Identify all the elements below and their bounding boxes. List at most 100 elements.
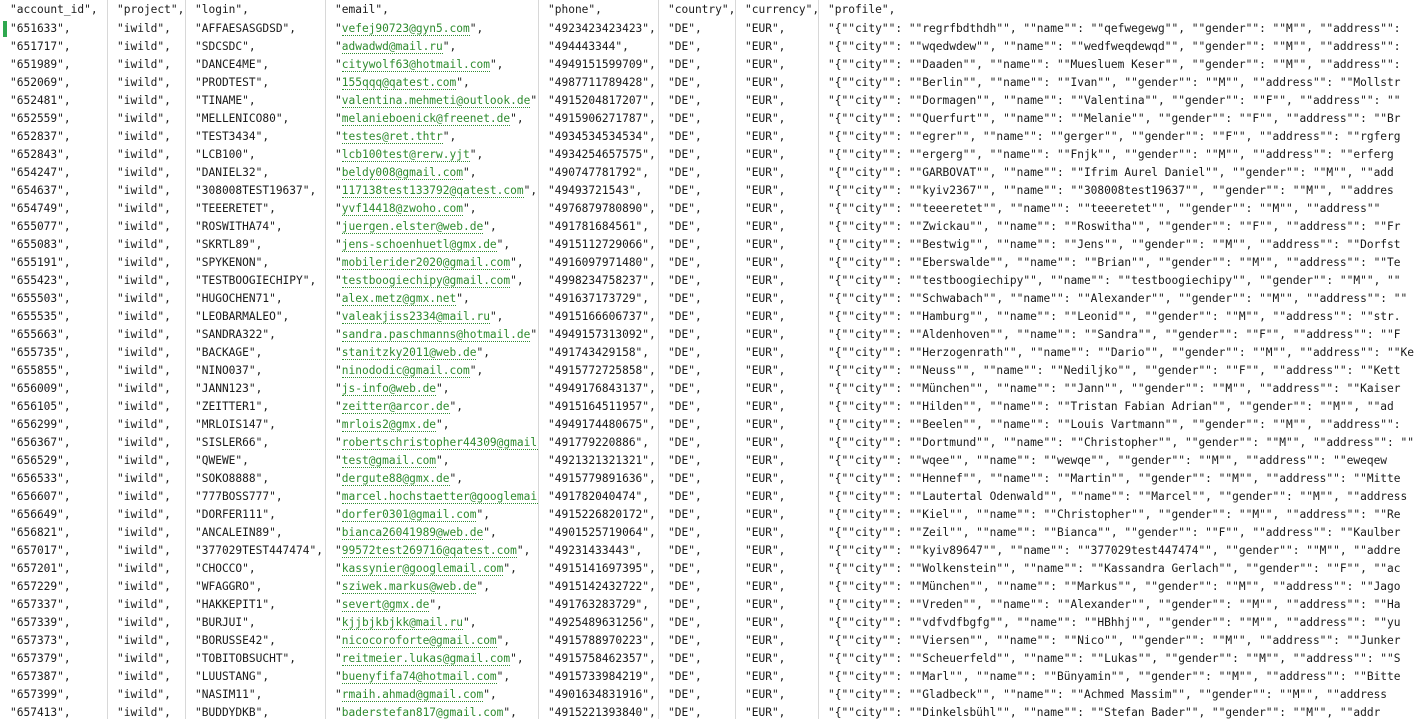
- cell-login[interactable]: "QWEWE",: [185, 452, 325, 470]
- email-link[interactable]: ninododic@gmail.com: [341, 364, 470, 378]
- cell-login[interactable]: "SOKO8888",: [185, 470, 325, 488]
- table-row[interactable]: "656533", "iwild", "SOKO8888", "dergute88@g…: [0, 470, 1418, 488]
- cell-login[interactable]: "WFAGGRO",: [185, 578, 325, 596]
- cell-country[interactable]: "DE",: [658, 614, 735, 632]
- cell-currency[interactable]: "EUR",: [735, 254, 818, 272]
- email-link[interactable]: mrlois2@gmx.de: [341, 418, 437, 432]
- cell-country[interactable]: "DE",: [658, 146, 735, 164]
- cell-email[interactable]: "117138test133792@qatest.com",: [325, 182, 538, 200]
- table-row[interactable]: "656299", "iwild", "MRLOIS147", "mrlois2@gm…: [0, 416, 1418, 434]
- cell-login[interactable]: "BURJUI",: [185, 614, 325, 632]
- cell-profile[interactable]: "{""city"": ""Zwickau"", ""name"": ""Ros…: [818, 218, 1418, 236]
- cell-phone[interactable]: "491782040474",: [538, 488, 658, 506]
- header-cell-country[interactable]: "country",: [658, 0, 735, 20]
- cell-country[interactable]: "DE",: [658, 290, 735, 308]
- cell-account-id[interactable]: "656649",: [0, 506, 107, 524]
- cell-login[interactable]: "TEEERETET",: [185, 200, 325, 218]
- cell-phone[interactable]: "4987711789428",: [538, 74, 658, 92]
- cell-email[interactable]: "stanitzky2011@web.de",: [325, 344, 538, 362]
- cell-currency[interactable]: "EUR",: [735, 326, 818, 344]
- cell-profile[interactable]: "{""city"": ""Berlin"", ""name"": ""Ivan…: [818, 74, 1418, 92]
- cell-login[interactable]: "BORUSSE42",: [185, 632, 325, 650]
- cell-login[interactable]: "SDCSDC",: [185, 38, 325, 56]
- cell-country[interactable]: "DE",: [658, 434, 735, 452]
- email-link[interactable]: mobilerider2020@gmail.com: [341, 256, 511, 270]
- cell-account-id[interactable]: "652837",: [0, 128, 107, 146]
- cell-profile[interactable]: "{""city"": ""Zeil"", ""name"": ""Bianca…: [818, 524, 1418, 542]
- table-row[interactable]: "656009", "iwild", "JANN123", "js-info@web.…: [0, 380, 1418, 398]
- cell-login[interactable]: "308008TEST19637",: [185, 182, 325, 200]
- cell-account-id[interactable]: "657017",: [0, 542, 107, 560]
- cell-email[interactable]: "dorfer0301@gmail.com",: [325, 506, 538, 524]
- cell-email[interactable]: "valentina.mehmeti@outlook.de",: [325, 92, 538, 110]
- table-row[interactable]: "657387", "iwild", "LUUSTANG", "buenyfifa74…: [0, 668, 1418, 686]
- cell-account-id[interactable]: "656529",: [0, 452, 107, 470]
- cell-profile[interactable]: "{""city"": ""Beelen"", ""name"": ""Loui…: [818, 416, 1418, 434]
- cell-phone[interactable]: "4949176843137",: [538, 380, 658, 398]
- cell-email[interactable]: "citywolf63@hotmail.com",: [325, 56, 538, 74]
- cell-account-id[interactable]: "657373",: [0, 632, 107, 650]
- cell-phone[interactable]: "4949174480675",: [538, 416, 658, 434]
- cell-country[interactable]: "DE",: [658, 380, 735, 398]
- cell-account-id[interactable]: "651717",: [0, 38, 107, 56]
- cell-phone[interactable]: "4915772725858",: [538, 362, 658, 380]
- cell-phone[interactable]: "49493721543",: [538, 182, 658, 200]
- cell-account-id[interactable]: "656367",: [0, 434, 107, 452]
- cell-login[interactable]: "TESTBOOGIECHIPY",: [185, 272, 325, 290]
- cell-profile[interactable]: "{""city"": ""Gladbeck"", ""name"": ""Ac…: [818, 686, 1418, 704]
- cell-profile[interactable]: "{""city"": ""wqedwdew"", ""name"": ""we…: [818, 38, 1418, 56]
- table-row[interactable]: "656529", "iwild", "QWEWE", "test@gmail.com…: [0, 452, 1418, 470]
- cell-account-id[interactable]: "657379",: [0, 650, 107, 668]
- cell-currency[interactable]: "EUR",: [735, 308, 818, 326]
- cell-country[interactable]: "DE",: [658, 362, 735, 380]
- table-row[interactable]: "655503", "iwild", "HUGOCHEN71", "alex.metz…: [0, 290, 1418, 308]
- cell-phone[interactable]: "4915779891636",: [538, 470, 658, 488]
- cell-currency[interactable]: "EUR",: [735, 542, 818, 560]
- cell-email[interactable]: "rmaih.ahmad@gmail.com",: [325, 686, 538, 704]
- email-link[interactable]: testes@ret.thtr: [341, 130, 443, 144]
- cell-currency[interactable]: "EUR",: [735, 668, 818, 686]
- cell-project[interactable]: "iwild",: [107, 326, 185, 344]
- table-row[interactable]: "655735", "iwild", "BACKAGE", "stanitzky201…: [0, 344, 1418, 362]
- email-link[interactable]: beldy008@gmail.com: [341, 166, 463, 180]
- cell-country[interactable]: "DE",: [658, 200, 735, 218]
- cell-login[interactable]: "ANCALEIN89",: [185, 524, 325, 542]
- cell-login[interactable]: "LCB100",: [185, 146, 325, 164]
- table-row[interactable]: "657017", "iwild", "377029TEST447474", "995…: [0, 542, 1418, 560]
- cell-phone[interactable]: "4998234758237",: [538, 272, 658, 290]
- cell-login[interactable]: "TOBITOBSUCHT",: [185, 650, 325, 668]
- email-link[interactable]: kassynier@googlemail.com: [341, 562, 504, 576]
- cell-project[interactable]: "iwild",: [107, 668, 185, 686]
- table-row[interactable]: "654749", "iwild", "TEEERETET", "yvf14418@z…: [0, 200, 1418, 218]
- cell-account-id[interactable]: "655855",: [0, 362, 107, 380]
- cell-profile[interactable]: "{""city"": ""GARBOVAT"", ""name"": ""If…: [818, 164, 1418, 182]
- email-link[interactable]: severt@gmx.de: [341, 598, 430, 612]
- cell-currency[interactable]: "EUR",: [735, 236, 818, 254]
- email-link[interactable]: 99572test269716@qatest.com: [341, 544, 517, 558]
- email-link[interactable]: dorfer0301@gmail.com: [341, 508, 477, 522]
- header-cell-phone[interactable]: "phone",: [538, 0, 658, 20]
- cell-account-id[interactable]: "655663",: [0, 326, 107, 344]
- email-link[interactable]: test@gmail.com: [341, 454, 437, 468]
- email-link[interactable]: testboogiechipy@gmail.com: [341, 274, 511, 288]
- cell-country[interactable]: "DE",: [658, 236, 735, 254]
- cell-project[interactable]: "iwild",: [107, 92, 185, 110]
- table-row[interactable]: "652481", "iwild", "TINAME", "valentina.meh…: [0, 92, 1418, 110]
- cell-project[interactable]: "iwild",: [107, 380, 185, 398]
- cell-project[interactable]: "iwild",: [107, 416, 185, 434]
- cell-currency[interactable]: "EUR",: [735, 704, 818, 719]
- cell-email[interactable]: "bianca26041989@web.de",: [325, 524, 538, 542]
- email-link[interactable]: jens-schoenhuetl@gmx.de: [341, 238, 497, 252]
- cell-profile[interactable]: "{""city"": ""Scheuerfeld"", ""name"": "…: [818, 650, 1418, 668]
- cell-phone[interactable]: "4934534534534",: [538, 128, 658, 146]
- cell-profile[interactable]: "{""city"": ""kyiv89647"", ""name"": ""3…: [818, 542, 1418, 560]
- table-row[interactable]: "655083", "iwild", "SKRTL89", "jens-schoenh…: [0, 236, 1418, 254]
- cell-login[interactable]: "LUUSTANG",: [185, 668, 325, 686]
- cell-email[interactable]: "kassynier@googlemail.com",: [325, 560, 538, 578]
- cell-phone[interactable]: "4949157313092",: [538, 326, 658, 344]
- cell-currency[interactable]: "EUR",: [735, 74, 818, 92]
- cell-login[interactable]: "JANN123",: [185, 380, 325, 398]
- cell-project[interactable]: "iwild",: [107, 236, 185, 254]
- cell-login[interactable]: "BUDDYDKB",: [185, 704, 325, 719]
- cell-currency[interactable]: "EUR",: [735, 92, 818, 110]
